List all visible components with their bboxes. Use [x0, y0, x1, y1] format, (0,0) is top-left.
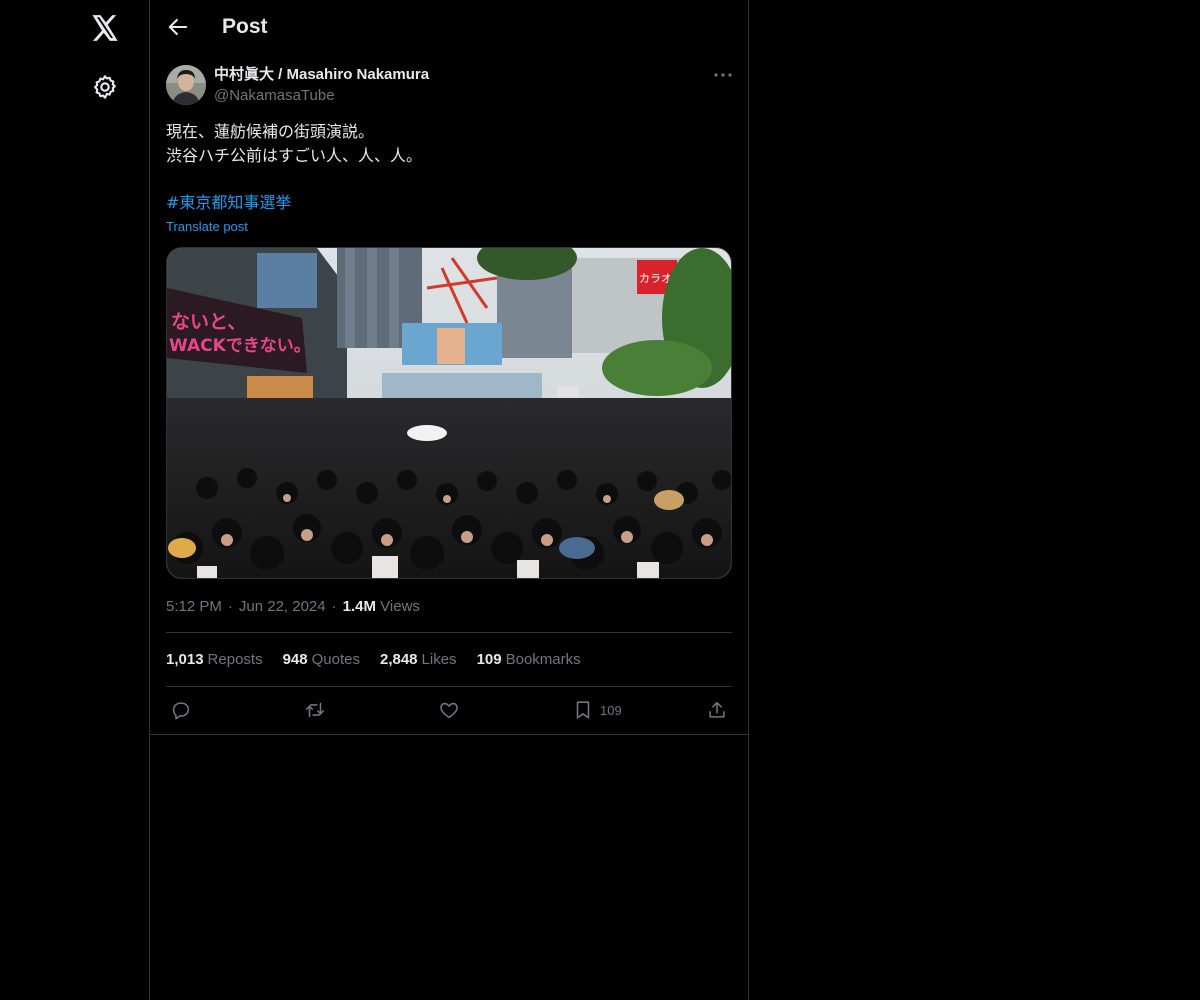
bookmark-button[interactable]: 109: [572, 698, 622, 722]
left-nav-rail: [0, 0, 150, 1000]
back-button[interactable]: [164, 13, 192, 41]
post-date[interactable]: Jun 22, 2024: [239, 598, 326, 615]
author-handle[interactable]: @NakamasaTube: [214, 86, 335, 106]
reposts-stat[interactable]: 1,013 Reposts: [166, 650, 263, 670]
divider: [166, 632, 732, 633]
stat-label: Quotes: [311, 651, 360, 668]
stat-count: 948: [282, 651, 308, 668]
stat-count: 2,848: [379, 651, 418, 668]
arrow-left-icon: [168, 18, 188, 36]
views-count: 1.4M: [342, 598, 376, 615]
engagement-stats: 1,013 Reposts 948 Quotes 2,848 Likes 109 Boo…: [166, 650, 601, 670]
post-media-image[interactable]: ないと、 WACKできない。 カラオケ: [166, 247, 732, 579]
share-icon: [709, 701, 725, 718]
post-meta: 5:12 PM · Jun 22, 2024 · 1.4M Views: [166, 597, 420, 617]
stat-count: 1,013: [166, 651, 204, 668]
gear-icon[interactable]: [91, 73, 119, 101]
stat-count: 109: [476, 651, 502, 668]
stat-label: Likes: [421, 651, 457, 668]
post-text-line: 渋谷ハチ公前はすごい人、人、人。: [166, 146, 423, 165]
page-title: Post: [222, 15, 268, 38]
likes-stat[interactable]: 2,848 Likes: [380, 650, 457, 670]
meta-separator: ·: [227, 598, 233, 615]
bookmark-count: 109: [600, 702, 622, 718]
post-time[interactable]: 5:12 PM: [166, 598, 222, 615]
main-column: Post 中村眞大 / Masahiro Nakamura @NakamasaT…: [149, 0, 749, 1000]
translate-post-link[interactable]: Translate post: [166, 219, 248, 235]
quotes-stat[interactable]: 948 Quotes: [283, 650, 360, 670]
post-text: 現在、蓮舫候補の街頭演説。 渋谷ハチ公前はすごい人、人、人。: [166, 120, 732, 168]
author-display-name[interactable]: 中村眞大 / Masahiro Nakamura: [214, 65, 429, 85]
like-button[interactable]: [438, 698, 460, 722]
views-label: Views: [380, 598, 420, 615]
x-logo-icon[interactable]: [89, 12, 121, 44]
repost-icon: [305, 702, 325, 718]
billboard-text: WACKできない。: [169, 336, 311, 356]
crowd-photo: ないと、 WACKできない。 カラオケ: [167, 248, 731, 578]
avatar[interactable]: [166, 65, 206, 105]
page-header: Post: [150, 0, 748, 54]
more-horizontal-icon: [714, 73, 732, 77]
bookmark-icon: [576, 701, 590, 719]
meta-separator: ·: [331, 598, 337, 615]
repost-button[interactable]: [304, 698, 326, 722]
billboard-text: ないと、: [171, 311, 246, 333]
more-options-button[interactable]: [711, 64, 735, 86]
heart-icon: [440, 702, 458, 719]
stat-label: Bookmarks: [505, 651, 581, 668]
share-button[interactable]: [706, 698, 728, 722]
post-text-line: 現在、蓮舫候補の街頭演説。: [166, 122, 375, 141]
hashtag-link[interactable]: #東京都知事選挙: [166, 191, 291, 215]
reply-icon: [172, 702, 190, 720]
bookmarks-stat[interactable]: 109 Bookmarks: [477, 650, 581, 670]
stat-label: Reposts: [207, 651, 263, 668]
post-action-bar: 109: [150, 686, 748, 734]
reply-button[interactable]: [170, 698, 192, 722]
divider: [150, 734, 748, 735]
